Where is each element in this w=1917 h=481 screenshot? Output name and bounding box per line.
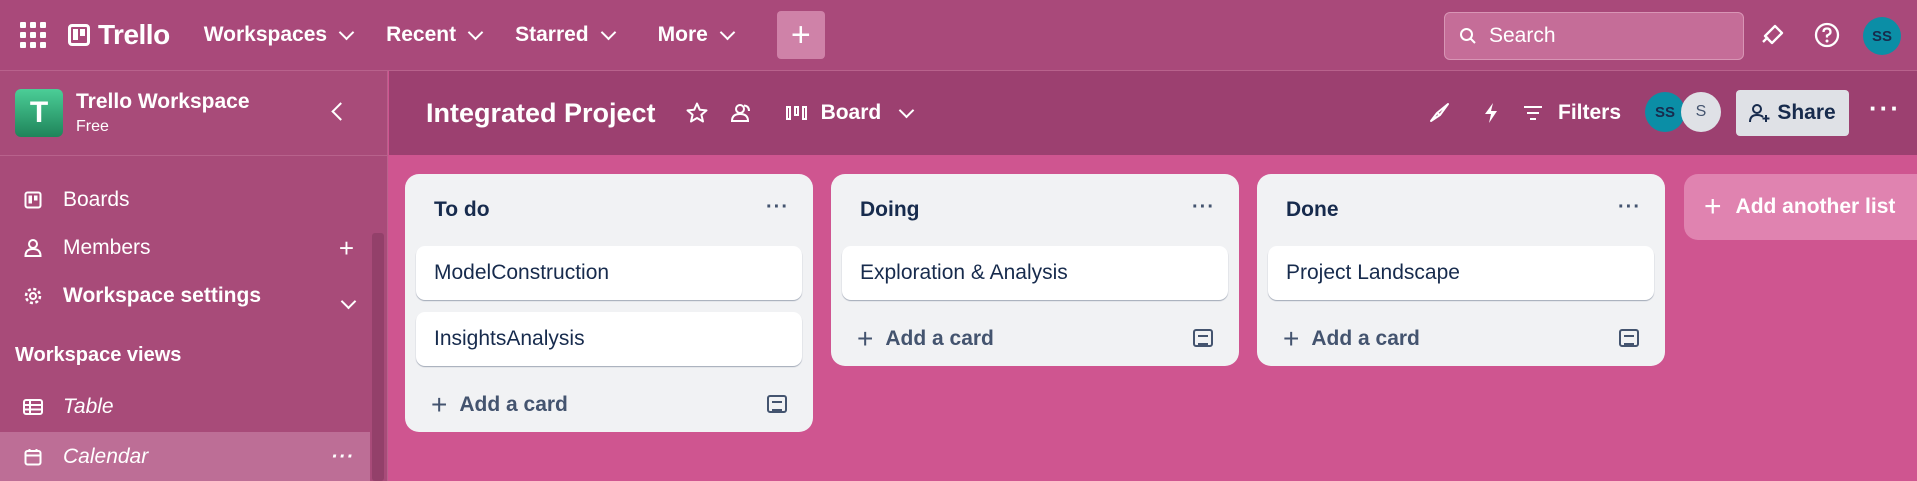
search-input[interactable] xyxy=(1489,24,1729,48)
calendar-icon xyxy=(22,446,44,468)
search-icon xyxy=(1460,28,1476,44)
board-menu-icon[interactable]: ··· xyxy=(1869,95,1901,121)
plus-icon: + xyxy=(1283,323,1300,354)
trello-logo-icon xyxy=(68,24,90,46)
filter-icon xyxy=(1524,106,1542,120)
list-title[interactable]: Done xyxy=(1286,198,1339,222)
nav-recent[interactable]: Recent xyxy=(386,23,484,47)
help-icon[interactable] xyxy=(1812,20,1842,50)
board-header: Integrated Project Board Filters SS S Sh… xyxy=(389,71,1917,155)
workspace-plan: Free xyxy=(76,118,109,135)
add-another-list-button[interactable]: + Add another list xyxy=(1684,174,1917,240)
template-icon[interactable] xyxy=(1619,329,1639,347)
sidebar-item-boards[interactable]: Boards xyxy=(0,177,370,223)
board-title[interactable]: Integrated Project xyxy=(426,98,656,129)
card[interactable]: ModelConstruction xyxy=(416,246,802,300)
trello-logo[interactable]: Trello xyxy=(68,19,170,51)
chevron-down-icon xyxy=(467,24,484,40)
plus-icon: + xyxy=(431,389,448,420)
list-menu-icon[interactable]: ··· xyxy=(766,196,789,219)
person-icon xyxy=(22,237,44,259)
nav-more[interactable]: More xyxy=(658,23,736,47)
sidebar-view-calendar[interactable]: Calendar ··· xyxy=(0,432,370,481)
template-icon[interactable] xyxy=(1193,329,1213,347)
card[interactable]: Project Landscape xyxy=(1268,246,1654,300)
chevron-down-icon[interactable] xyxy=(340,285,357,311)
chevron-down-icon xyxy=(338,24,355,40)
workspace-logo: T xyxy=(15,89,63,137)
table-icon xyxy=(22,396,44,418)
apps-grid-icon[interactable] xyxy=(20,22,46,48)
sidebar-view-table[interactable]: Table xyxy=(0,384,370,430)
template-icon[interactable] xyxy=(767,395,787,413)
automation-icon[interactable] xyxy=(1476,98,1506,128)
gear-icon xyxy=(22,285,44,307)
list-doing: Doing ··· Exploration & Analysis + Add a c… xyxy=(831,174,1239,366)
plus-icon: + xyxy=(1704,190,1722,223)
add-member-icon[interactable]: + xyxy=(339,235,354,261)
workspace-name: Trello Workspace xyxy=(76,90,250,113)
workspace-header: T Trello Workspace Free xyxy=(0,71,387,156)
board-view-icon xyxy=(785,106,807,120)
member-avatar[interactable]: SS xyxy=(1645,92,1685,132)
add-card-button[interactable]: + Add a card xyxy=(831,312,1239,366)
list-menu-icon[interactable]: ··· xyxy=(1192,196,1215,219)
team-visibility-icon[interactable] xyxy=(726,98,756,128)
chevron-down-icon xyxy=(719,24,736,40)
list-to-do: To do ··· ModelConstruction InsightsAnaly… xyxy=(405,174,813,432)
chevron-down-icon xyxy=(600,24,616,40)
plus-icon: + xyxy=(790,15,811,54)
filters-button[interactable]: Filters xyxy=(1524,101,1621,125)
card[interactable]: Exploration & Analysis xyxy=(842,246,1228,300)
sidebar-item-members[interactable]: Members + xyxy=(0,225,370,271)
boards-icon xyxy=(22,189,44,211)
chevron-down-icon xyxy=(898,102,915,118)
card[interactable]: InsightsAnalysis xyxy=(416,312,802,366)
top-navigation-bar: Trello Workspaces Recent Starred More + … xyxy=(0,0,1917,71)
search-box[interactable] xyxy=(1444,12,1744,60)
member-avatar[interactable]: S xyxy=(1681,92,1721,132)
nav-workspaces[interactable]: Workspaces xyxy=(204,23,355,47)
collapse-sidebar-icon[interactable] xyxy=(331,102,350,121)
sidebar-item-workspace-settings[interactable]: Workspace settings xyxy=(0,273,370,319)
list-done: Done ··· Project Landscape + Add a card xyxy=(1257,174,1665,366)
star-icon[interactable] xyxy=(682,98,712,128)
view-switcher[interactable]: Board xyxy=(785,101,915,125)
sidebar: T Trello Workspace Free Boards Members +… xyxy=(0,71,388,481)
nav-starred[interactable]: Starred xyxy=(515,23,616,47)
sidebar-scrollbar[interactable] xyxy=(372,233,384,481)
add-card-button[interactable]: + Add a card xyxy=(1257,312,1665,366)
power-ups-icon[interactable] xyxy=(1424,98,1454,128)
share-button[interactable]: Share xyxy=(1736,90,1849,136)
workspace-views-heading: Workspace views xyxy=(15,344,182,366)
list-title[interactable]: Doing xyxy=(860,198,919,222)
list-title[interactable]: To do xyxy=(434,198,490,222)
user-avatar[interactable]: SS xyxy=(1863,17,1901,55)
list-menu-icon[interactable]: ··· xyxy=(1618,196,1641,219)
create-button[interactable]: + xyxy=(776,11,825,59)
plus-icon: + xyxy=(857,323,874,354)
add-card-button[interactable]: + Add a card xyxy=(405,378,813,432)
megaphone-icon[interactable] xyxy=(1758,20,1788,50)
more-dots-icon[interactable]: ··· xyxy=(331,444,354,470)
share-person-icon xyxy=(1749,104,1770,123)
